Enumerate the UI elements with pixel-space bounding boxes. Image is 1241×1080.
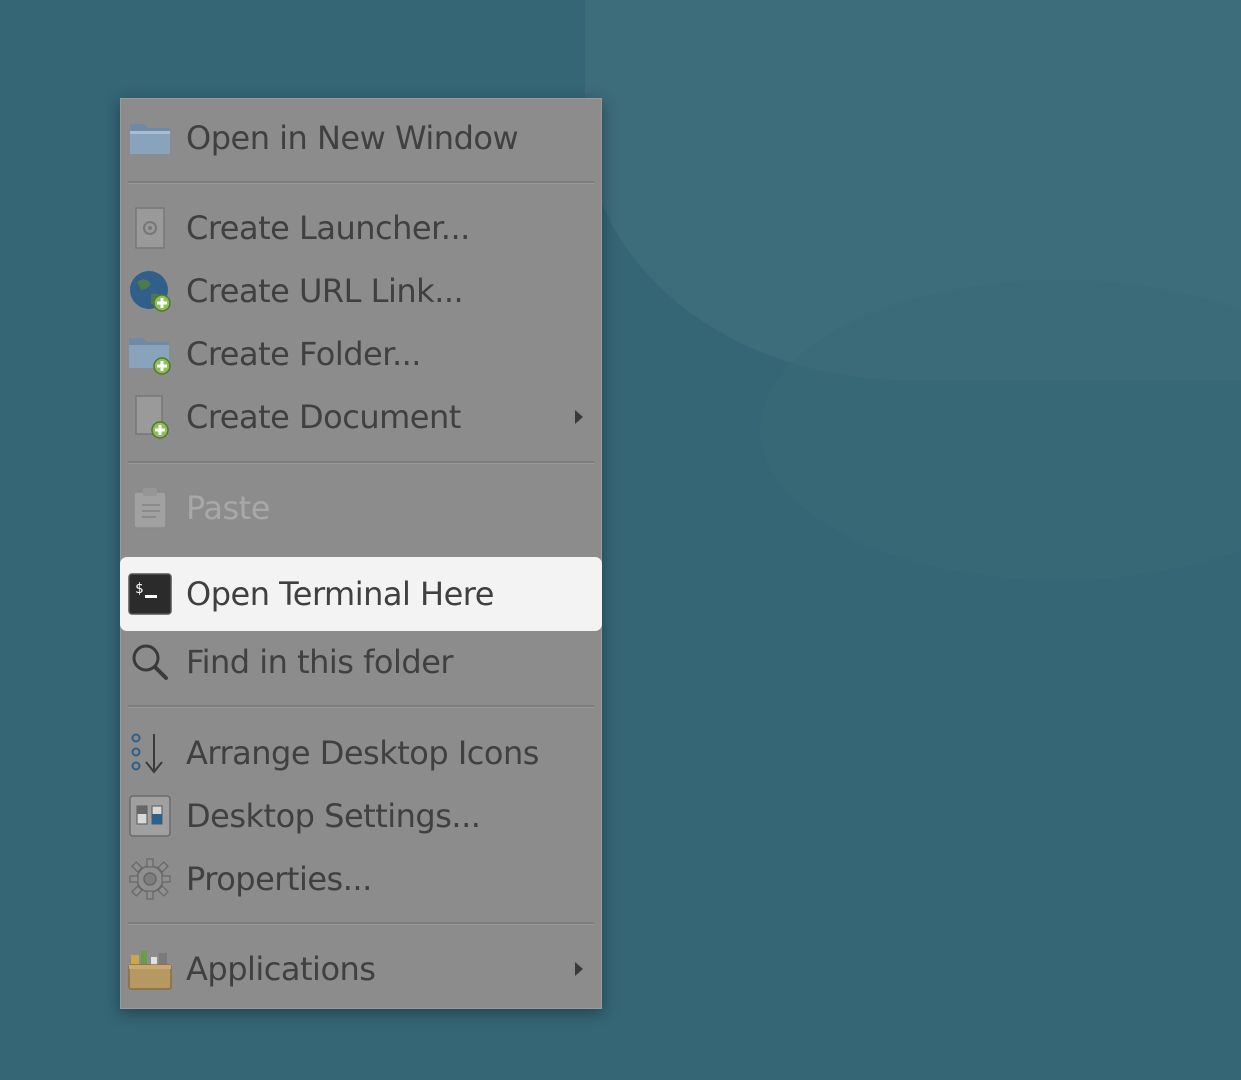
menu-item-label: Applications	[186, 950, 376, 988]
menu-item-label: Properties...	[186, 860, 372, 898]
menu-item-applications[interactable]: Applications	[121, 938, 601, 1000]
menu-item-find-in-folder[interactable]: Find in this folder	[121, 631, 601, 693]
globe-add-icon	[127, 268, 173, 314]
menu-item-label: Create Document	[186, 398, 461, 436]
menu-item-desktop-settings[interactable]: Desktop Settings...	[121, 785, 601, 847]
menu-item-create-url-link[interactable]: Create URL Link...	[121, 260, 601, 322]
submenu-arrow-icon	[575, 962, 583, 976]
menu-separator	[128, 461, 594, 464]
menu-item-label: Create Folder...	[186, 335, 421, 373]
menu-item-open-new-window[interactable]: Open in New Window	[121, 107, 601, 169]
menu-item-label: Open in New Window	[186, 119, 519, 157]
menu-item-arrange-icons[interactable]: Arrange Desktop Icons	[121, 722, 601, 784]
menu-item-label: Create Launcher...	[186, 209, 470, 247]
desktop-settings-icon	[127, 793, 173, 839]
menu-item-create-folder[interactable]: Create Folder...	[121, 323, 601, 385]
svg-text:$: $	[135, 581, 143, 597]
menu-item-open-terminal[interactable]: $ Open Terminal Here	[121, 563, 601, 625]
menu-item-label: Paste	[186, 489, 270, 527]
document-add-icon	[127, 394, 173, 440]
folder-add-icon	[127, 331, 173, 377]
menu-item-label: Open Terminal Here	[186, 575, 494, 613]
launcher-icon	[127, 205, 173, 251]
menu-item-label: Find in this folder	[186, 643, 454, 681]
menu-item-label: Create URL Link...	[186, 272, 464, 310]
terminal-icon: $	[127, 571, 173, 617]
menu-separator	[128, 181, 594, 184]
menu-separator	[128, 705, 594, 708]
arrange-icon	[127, 730, 173, 776]
menu-item-properties[interactable]: Properties...	[121, 848, 601, 910]
gear-icon	[127, 856, 173, 902]
submenu-arrow-icon	[575, 410, 583, 424]
menu-item-create-document[interactable]: Create Document	[121, 386, 601, 448]
menu-item-create-launcher[interactable]: Create Launcher...	[121, 197, 601, 259]
applications-icon	[127, 946, 173, 992]
menu-separator	[128, 922, 594, 925]
menu-item-paste: Paste	[121, 477, 601, 539]
menu-item-label: Desktop Settings...	[186, 797, 481, 835]
folder-icon	[127, 115, 173, 161]
desktop-context-menu: Open in New Window Create Launcher... Cr…	[120, 98, 602, 1009]
clipboard-icon	[127, 485, 173, 531]
menu-item-label: Arrange Desktop Icons	[186, 734, 539, 772]
search-icon	[127, 639, 173, 685]
